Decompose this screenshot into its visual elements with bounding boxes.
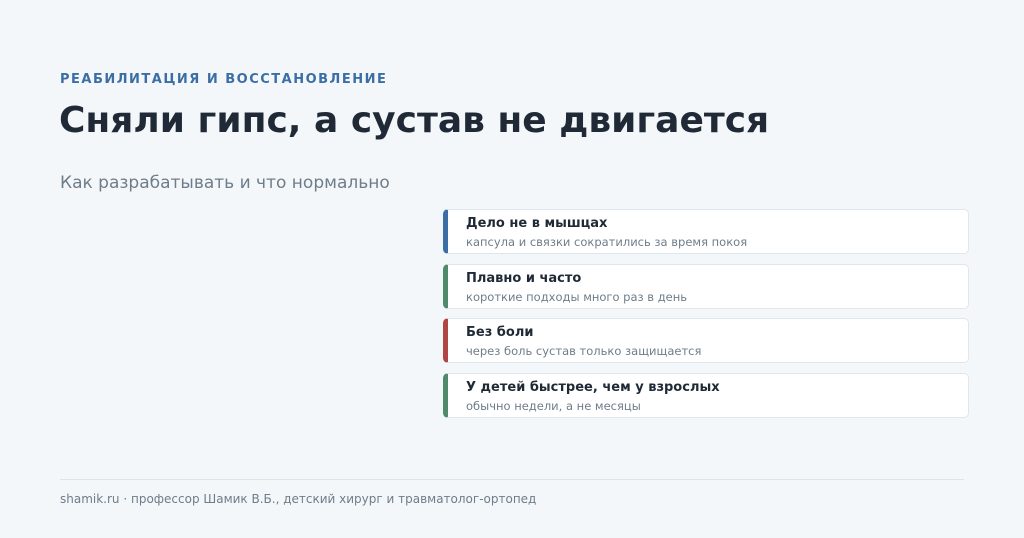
eyebrow-label: РЕАБИЛИТАЦИЯ И ВОССТАНОВЛЕНИЕ: [60, 72, 388, 87]
info-card-text: короткие подходы много раз в день: [466, 289, 688, 304]
info-card: У детей быстрее, чем у взрослых обычно н…: [443, 372, 969, 418]
info-card-title: Без боли: [466, 325, 534, 340]
info-card: Плавно и часто короткие подходы много ра…: [443, 263, 969, 309]
footer-divider: [60, 479, 964, 480]
info-card-title: Дело не в мышцах: [466, 216, 608, 231]
info-card-text: капсула и связки сократились за время по…: [466, 235, 748, 249]
info-card-text: через боль сустав только защищается: [466, 344, 702, 358]
page-subtitle: Как разрабатывать и что нормально: [60, 173, 390, 193]
info-card: Дело не в мышцах капсула и связки сократ…: [443, 209, 969, 254]
info-card-title: Плавно и часто: [466, 270, 582, 286]
info-card: Без боли через боль сустав только защища…: [443, 318, 969, 363]
info-card-list: Дело не в мышцах капсула и связки сократ…: [443, 209, 969, 427]
footer-credit: shamik.ru · профессор Шамик В.Б., детски…: [60, 492, 537, 506]
info-card-title: У детей быстрее, чем у взрослых: [466, 379, 720, 395]
page-title: Сняли гипс, а сустав не двигается: [59, 100, 770, 141]
info-card-text: обычно недели, а не месяцы: [466, 398, 641, 413]
